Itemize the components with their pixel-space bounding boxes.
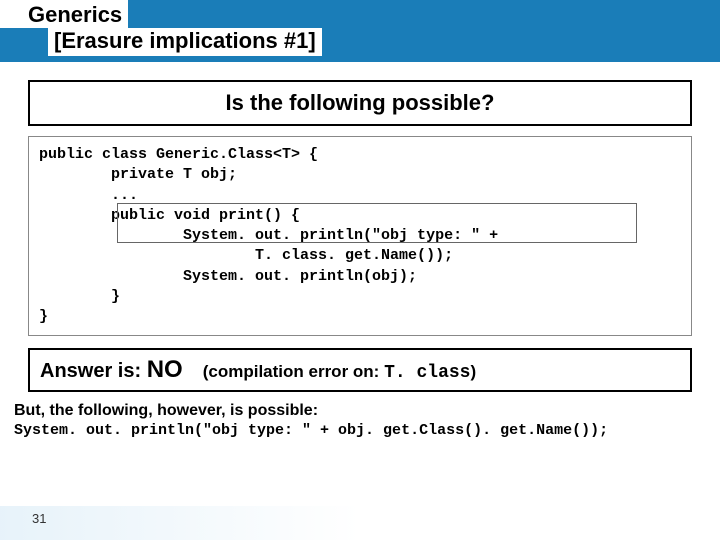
code-text: public class Generic.Class<T> { private … <box>39 146 498 325</box>
footer-gradient <box>0 506 720 540</box>
title-row-1: Generics <box>0 0 720 28</box>
answer-explain-suffix: ) <box>470 362 476 381</box>
code-block: public class Generic.Class<T> { private … <box>28 136 692 336</box>
answer-verdict: NO <box>147 356 183 383</box>
title-row-2: [Erasure implications #1] <box>0 28 720 62</box>
answer-lead: Answer is: <box>40 360 147 382</box>
title-line-2: [Erasure implications #1] <box>48 28 322 56</box>
answer-box: Answer is: NO (compilation error on: T. … <box>28 348 692 392</box>
slide-header: Generics [Erasure implications #1] <box>0 0 720 62</box>
answer-explain-code: T. class <box>384 363 470 383</box>
page-number: 31 <box>32 511 46 526</box>
followup-code: System. out. println("obj type: " + obj.… <box>14 422 706 439</box>
question-text: Is the following possible? <box>226 90 495 115</box>
question-box: Is the following possible? <box>28 80 692 126</box>
followup-text: But, the following, however, is possible… <box>14 402 706 420</box>
title-line-1: Generics <box>0 0 128 28</box>
answer-explain-prefix: (compilation error on: <box>203 362 384 381</box>
